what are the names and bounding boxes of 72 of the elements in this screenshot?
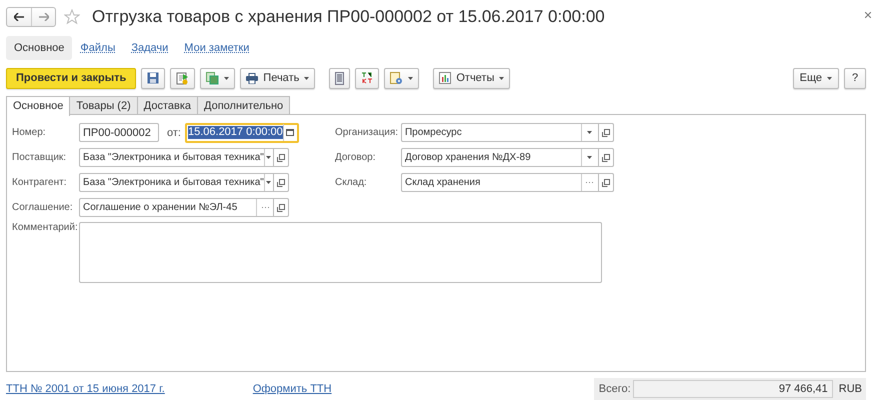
open-icon [602,178,610,186]
open-button[interactable] [598,173,614,192]
post-button[interactable] [170,68,196,88]
open-icon [277,204,285,212]
calendar-button[interactable] [282,124,297,141]
field-label: Соглашение: [12,202,74,213]
field-label: Комментарий: [12,222,79,235]
caret-icon [304,76,310,80]
field-label: Склад: [334,177,368,188]
form-tab[interactable]: Основное [6,96,70,116]
report-structure-button[interactable] [384,68,420,88]
reports-button[interactable]: Отчеты [433,68,510,88]
field-label: Поставщик: [12,152,68,163]
form-tab[interactable]: Доставка [136,96,198,114]
section-tab[interactable]: Задачи [123,36,176,60]
caret-icon [827,76,832,80]
report-icon [439,72,452,84]
open-icon [277,154,285,162]
section-tab[interactable]: Основное [6,36,72,60]
field-label: Договор: [334,152,377,163]
caret-icon [224,76,230,80]
comment-field[interactable] [79,222,602,283]
date-field[interactable]: 15.06.2017 0:00:00 [184,122,299,142]
footer-link[interactable]: Оформить ТТН [252,383,332,395]
window-title: Отгрузка товаров с хранения ПР00-000002 от 15.06.2017 0:00:00 [92,7,606,27]
arrow-left-icon [14,13,24,21]
print-button[interactable]: Печать [240,68,316,88]
footer-link[interactable]: ТТН № 2001 от 15 июня 2017 г. [6,383,165,395]
caret-icon [266,181,272,184]
open-icon [602,154,610,162]
open-button[interactable] [274,148,289,167]
save-button[interactable] [141,68,166,88]
field-label: Организация: [334,127,400,138]
printer-icon [246,72,258,84]
more-button[interactable]: Еще [792,68,839,88]
open-button[interactable] [274,173,289,192]
open-button[interactable] [274,198,289,217]
section-tab[interactable]: Файлы [72,36,124,60]
arrow-right-icon [38,13,48,21]
help-button[interactable]: ? [844,68,866,88]
create-based-on-button[interactable] [200,68,236,88]
open-button[interactable] [598,123,614,142]
caret-icon [587,131,592,134]
section-tab[interactable]: Мои заметки [176,36,258,60]
open-icon [602,128,610,136]
dropdown-button[interactable] [264,174,273,191]
open-button[interactable] [598,148,614,167]
caret-icon [587,156,592,159]
dropdown-button[interactable] [264,149,273,166]
calendar-icon [286,129,294,136]
number-field[interactable]: ПР00-000002 [79,123,159,142]
field-label: Контрагент: [12,177,68,188]
post-and-close-button[interactable]: Провести и закрыть [6,68,136,88]
list-icon [335,72,344,84]
field-label: Номер: [12,127,47,138]
form-tab[interactable]: Товары (2) [69,96,138,114]
caret-icon [266,156,272,159]
caret-icon [499,76,504,80]
form-tab[interactable]: Дополнительно [197,96,290,114]
caret-icon [408,76,414,80]
total-label: Всего: [598,383,631,395]
open-icon [277,178,285,186]
debit-credit-button[interactable] [355,68,380,88]
document-gear-icon [390,72,404,84]
documents-arrow-icon [206,72,220,84]
star-icon[interactable] [64,9,80,25]
currency-label: RUB [838,383,863,395]
total-field: 97 466,41 [632,380,833,398]
field-label: от: [167,126,181,138]
debit-credit-icon [361,72,374,84]
journal-button[interactable] [329,68,350,88]
close-icon[interactable] [865,12,871,18]
